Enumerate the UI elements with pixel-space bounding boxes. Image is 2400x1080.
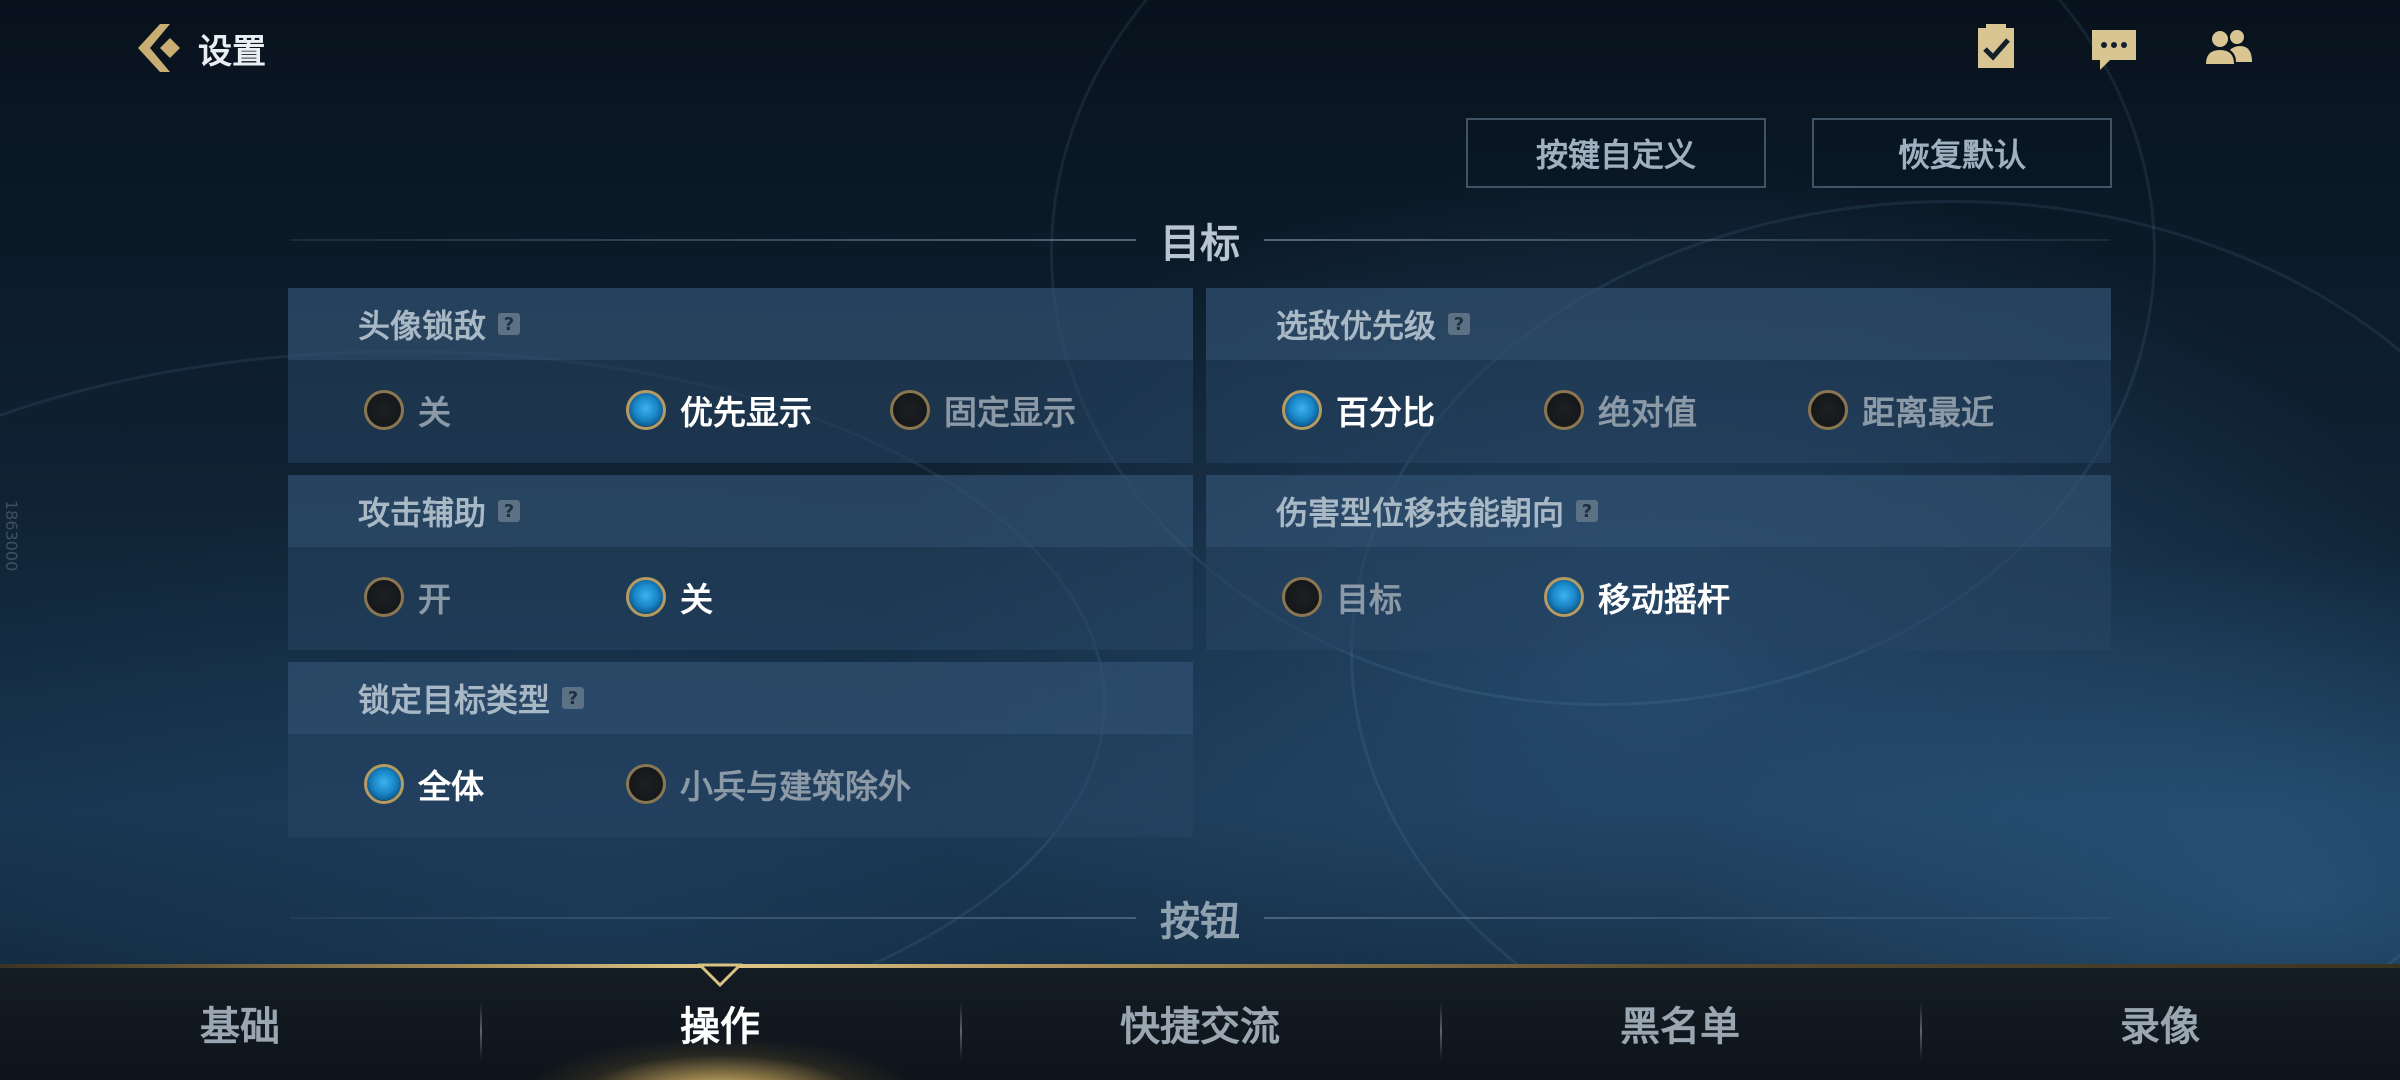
option-priority-percent[interactable]: 百分比 xyxy=(1282,382,1435,438)
section-header-target: 目标 xyxy=(290,210,2110,270)
customize-keys-button[interactable]: 按键自定义 xyxy=(1466,118,1766,188)
section-title: 目标 xyxy=(1160,221,1240,267)
tab-quick-chat[interactable]: 快捷交流 xyxy=(960,966,1440,1080)
option-label: 百分比 xyxy=(1336,393,1435,432)
option-label: 移动摇杆 xyxy=(1598,580,1730,619)
option-direction-target[interactable]: 目标 xyxy=(1282,569,1402,625)
option-attack-assist-off[interactable]: 关 xyxy=(626,569,713,625)
option-avatar-lock-priority[interactable]: 优先显示 xyxy=(626,382,812,438)
setting-title: 伤害型位移技能朝向 xyxy=(1276,494,1565,532)
tab-replay[interactable]: 录像 xyxy=(1920,966,2400,1080)
help-icon[interactable]: ? xyxy=(1448,313,1471,335)
radio-button xyxy=(626,764,666,804)
setting-card-attack-assist: 攻击辅助 ? 开 关 xyxy=(288,475,1193,650)
option-label: 固定显示 xyxy=(944,393,1076,432)
setting-card-enemy-priority: 选敌优先级 ? 百分比 绝对值 距离最近 xyxy=(1206,288,2111,463)
option-label: 关 xyxy=(418,393,451,432)
setting-card-lock-target-type: 锁定目标类型 ? 全体 小兵与建筑除外 xyxy=(288,662,1193,837)
restore-default-button[interactable]: 恢复默认 xyxy=(1812,118,2112,188)
radio-button-selected xyxy=(364,764,404,804)
settings-screen: 1863000 设置 按键自定义 恢复默认 目标 头像锁敌 ? 关 优先显示 固… xyxy=(0,0,2400,1080)
option-lock-exclude-minions[interactable]: 小兵与建筑除外 xyxy=(626,756,911,812)
section-title: 按钮 xyxy=(1160,899,1240,945)
back-arrow-icon xyxy=(138,24,180,72)
help-icon[interactable]: ? xyxy=(1576,500,1599,522)
radio-button xyxy=(1808,390,1848,430)
setting-title: 锁定目标类型 xyxy=(358,681,551,719)
option-avatar-lock-off[interactable]: 关 xyxy=(364,382,451,438)
side-id-text: 1863000 xyxy=(2,500,21,572)
option-label: 优先显示 xyxy=(680,393,812,432)
page-title: 设置 xyxy=(198,31,266,72)
setting-title: 攻击辅助 xyxy=(358,494,487,532)
help-icon[interactable]: ? xyxy=(498,500,521,522)
tab-basic[interactable]: 基础 xyxy=(0,966,480,1080)
option-attack-assist-on[interactable]: 开 xyxy=(364,569,451,625)
option-direction-joystick[interactable]: 移动摇杆 xyxy=(1544,569,1730,625)
option-label: 目标 xyxy=(1336,580,1402,619)
radio-button xyxy=(364,390,404,430)
active-tab-caret-icon xyxy=(698,963,742,987)
setting-title: 头像锁敌 xyxy=(358,307,487,345)
option-label: 小兵与建筑除外 xyxy=(680,767,911,806)
option-label: 开 xyxy=(418,580,451,619)
option-priority-absolute[interactable]: 绝对值 xyxy=(1544,382,1697,438)
option-avatar-lock-fixed[interactable]: 固定显示 xyxy=(890,382,1076,438)
radio-button xyxy=(1544,390,1584,430)
setting-card-avatar-lock: 头像锁敌 ? 关 优先显示 固定显示 xyxy=(288,288,1193,463)
friends-icon[interactable] xyxy=(2202,22,2254,74)
option-label: 距离最近 xyxy=(1862,393,1994,432)
radio-button-selected xyxy=(626,390,666,430)
option-label: 绝对值 xyxy=(1598,393,1697,432)
radio-button-selected xyxy=(1544,577,1584,617)
option-label: 关 xyxy=(680,580,713,619)
back-button[interactable]: 设置 xyxy=(130,18,266,78)
help-icon[interactable]: ? xyxy=(498,313,521,335)
task-icon[interactable] xyxy=(1970,22,2022,74)
setting-title: 选敌优先级 xyxy=(1276,307,1437,345)
radio-button-selected xyxy=(1282,390,1322,430)
radio-button xyxy=(890,390,930,430)
tab-blacklist[interactable]: 黑名单 xyxy=(1440,966,1920,1080)
radio-button-selected xyxy=(626,577,666,617)
section-header-buttons: 按钮 xyxy=(290,888,2110,948)
option-label: 全体 xyxy=(418,767,484,806)
setting-card-damage-skill-direction: 伤害型位移技能朝向 ? 目标 移动摇杆 xyxy=(1206,475,2111,650)
chat-icon[interactable] xyxy=(2088,22,2140,74)
radio-button xyxy=(1282,577,1322,617)
option-lock-all[interactable]: 全体 xyxy=(364,756,484,812)
option-priority-nearest[interactable]: 距离最近 xyxy=(1808,382,1994,438)
radio-button xyxy=(364,577,404,617)
help-icon[interactable]: ? xyxy=(562,687,585,709)
